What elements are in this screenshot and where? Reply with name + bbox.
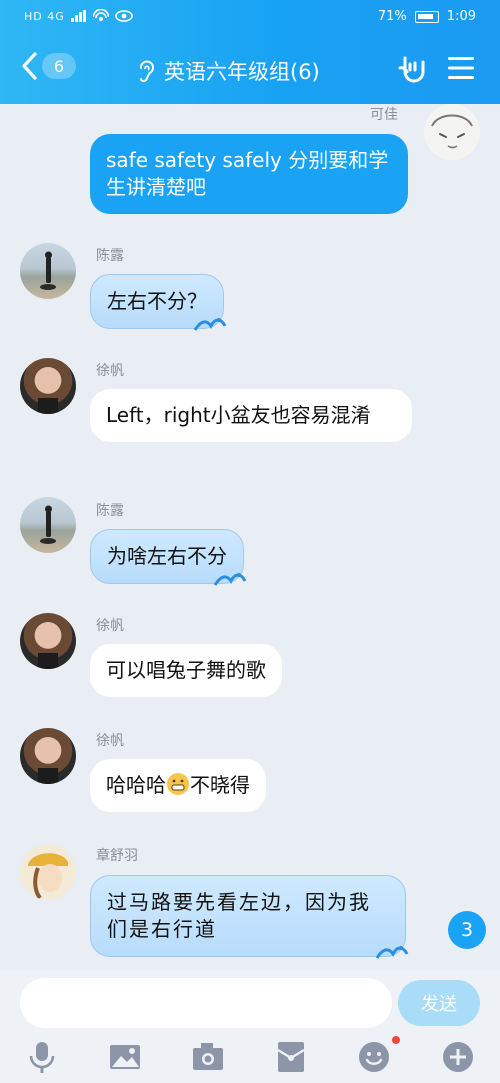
message-text: 过马路要先看左边，因为我们是右行道	[107, 890, 371, 941]
avatar[interactable]	[20, 497, 76, 553]
menu-icon[interactable]	[448, 56, 474, 80]
avatar[interactable]	[20, 728, 76, 784]
wave-decoration-icon	[193, 318, 227, 331]
message-text: safe safety safely 分别要和学生讲清楚吧	[106, 148, 389, 199]
message-text: 不晓得	[190, 773, 250, 797]
microphone-icon[interactable]	[25, 1040, 59, 1074]
sender-name: 章舒羽	[96, 848, 138, 864]
message-bubble[interactable]: 为啥左右不分	[90, 529, 247, 586]
status-bar: HD 4G 71% 1:09	[0, 0, 500, 34]
avatar[interactable]	[20, 358, 76, 414]
red-packet-icon[interactable]	[274, 1040, 308, 1074]
portrait-icon	[38, 768, 58, 784]
plus-icon[interactable]	[441, 1040, 475, 1074]
portrait-icon	[38, 398, 58, 414]
unread-conversations-badge: 6	[42, 53, 76, 79]
eye-icon	[114, 10, 133, 22]
message-input[interactable]	[20, 978, 392, 1028]
notification-dot	[392, 1036, 400, 1044]
portrait-icon	[38, 653, 58, 669]
wave-decoration-icon	[375, 946, 409, 959]
message-bubble[interactable]: safe safety safely 分别要和学生讲清楚吧	[90, 134, 408, 214]
sender-name: 徐帆	[96, 618, 124, 634]
hand-gesture-icon[interactable]	[398, 54, 428, 84]
avatar[interactable]	[20, 613, 76, 669]
cartoon-face-icon	[424, 104, 480, 160]
chat-title: 英语六年级组(6)	[164, 60, 320, 84]
message-text: 为啥左右不分	[107, 544, 227, 568]
battery-icon	[414, 10, 439, 23]
grinning-emoji-icon	[167, 773, 189, 795]
sender-name: 陈露	[96, 248, 124, 264]
camera-icon[interactable]	[191, 1040, 225, 1074]
clock: 1:09	[446, 9, 476, 24]
send-button[interactable]: 发送	[398, 980, 480, 1026]
avatar[interactable]	[20, 243, 76, 299]
avatar[interactable]	[20, 844, 76, 900]
message-bubble[interactable]: 可以唱兔子舞的歌	[90, 644, 282, 697]
beach-figure-icon	[40, 251, 56, 290]
toolbar	[0, 1036, 500, 1080]
message-bubble[interactable]: Left，right小盆友也容易混淆	[90, 389, 412, 442]
anime-girl-icon	[28, 853, 68, 900]
top-bar: HD 4G 71% 1:09 6 英语六年级组(6)	[0, 0, 500, 104]
wave-decoration-icon	[213, 573, 247, 586]
emoji-icon[interactable]	[357, 1040, 391, 1074]
sender-name: 陈露	[96, 503, 124, 519]
input-bar: 发送	[0, 970, 500, 1083]
sender-name: 徐帆	[96, 363, 124, 379]
message-bubble[interactable]: 左右不分？	[90, 274, 227, 331]
sender-name: 徐帆	[96, 733, 124, 749]
avatar[interactable]	[424, 104, 480, 160]
message-text: 可以唱兔子舞的歌	[106, 658, 266, 682]
beach-figure-icon	[40, 505, 56, 544]
sender-name: 可佳	[370, 107, 398, 123]
message-bubble[interactable]: 哈哈哈 不晓得	[90, 759, 266, 812]
back-button[interactable]: 6	[20, 52, 76, 80]
message-bubble[interactable]: 过马路要先看左边，因为我们是右行道	[90, 875, 409, 959]
hotspot-icon	[92, 9, 109, 21]
battery-percent: 71%	[377, 9, 407, 24]
chevron-left-icon	[22, 52, 37, 80]
message-text: 哈哈哈	[106, 773, 166, 797]
new-messages-badge[interactable]: 3	[448, 911, 486, 949]
message-text: 左右不分？	[107, 289, 207, 313]
signal-text: HD 4G	[24, 9, 65, 23]
nav-bar: 6 英语六年级组(6)	[0, 40, 500, 100]
chat-area[interactable]: 可佳 safe safety safely 分别要和学生讲清楚吧 陈露 左右不分…	[0, 104, 500, 970]
image-icon[interactable]	[108, 1040, 142, 1074]
signal-bars-icon	[70, 10, 86, 22]
message-text: Left，right小盆友也容易混淆	[106, 403, 371, 427]
earpiece-icon	[140, 60, 154, 83]
